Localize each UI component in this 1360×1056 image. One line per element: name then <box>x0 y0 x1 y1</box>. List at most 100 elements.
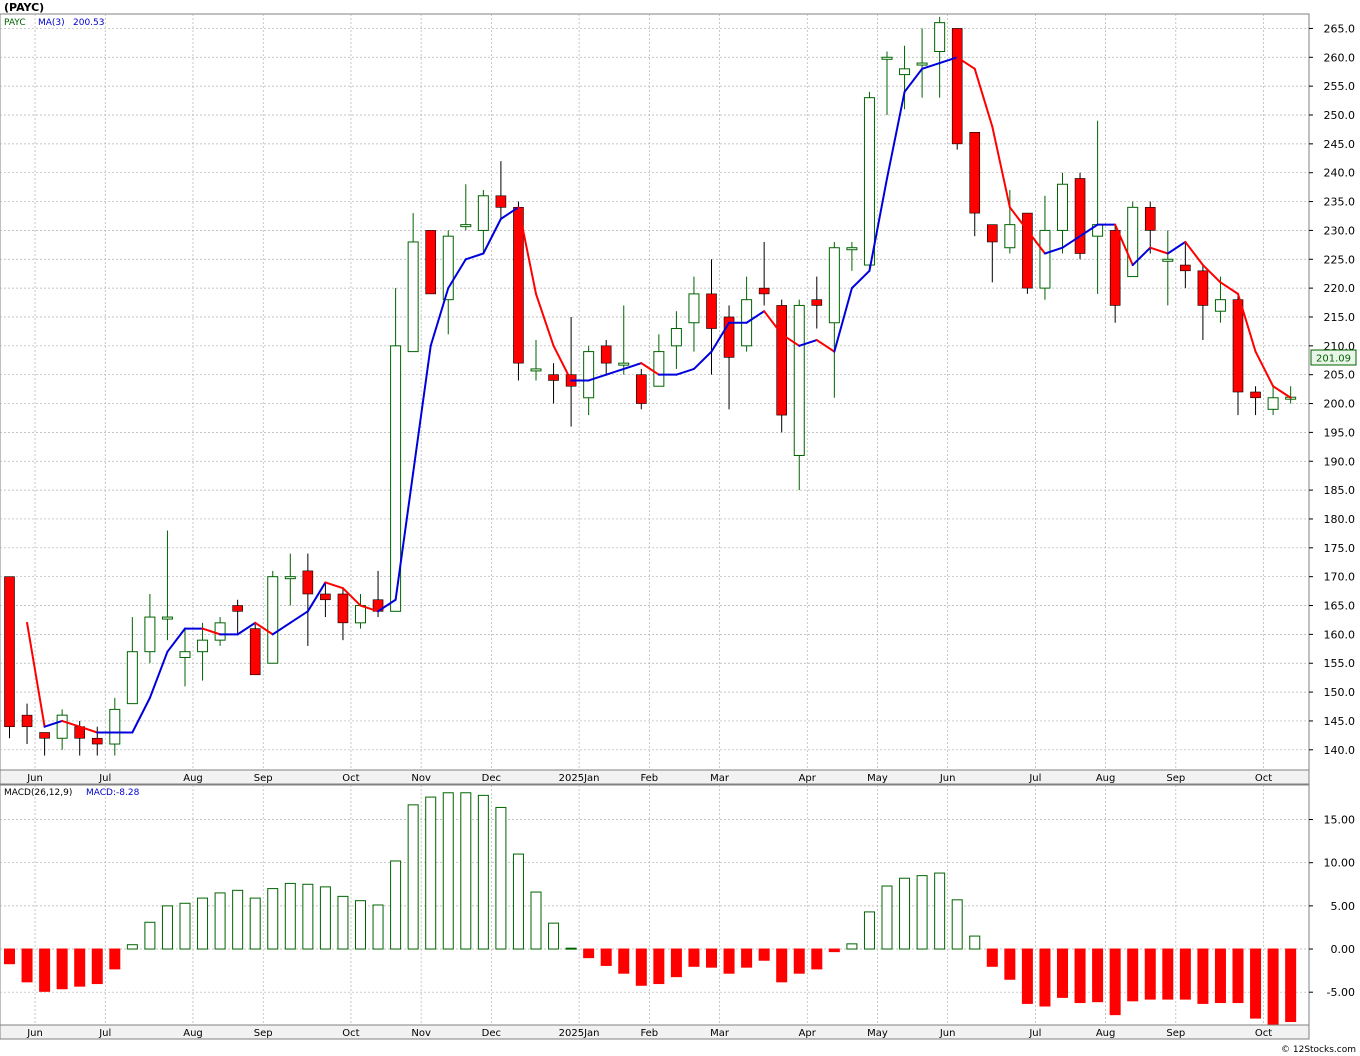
candle-up <box>267 570 279 664</box>
macd-bar-negative <box>74 948 86 987</box>
candle-body <box>249 628 261 676</box>
price-tick-label: 175.0 <box>1324 542 1356 555</box>
macd-bar-positive <box>161 905 173 950</box>
candle-body <box>144 616 156 653</box>
price-tick-label: 230.0 <box>1324 224 1356 237</box>
macd-bar-negative <box>56 948 68 990</box>
candle-up <box>863 91 875 271</box>
month-label: Aug <box>183 1028 203 1039</box>
candle-body <box>863 97 875 266</box>
month-label: Sep <box>254 1028 273 1039</box>
macd-bar-negative <box>618 948 630 974</box>
candle-body <box>793 304 805 456</box>
month-label: May <box>867 773 888 784</box>
month-label: Sep <box>1166 773 1185 784</box>
price-tick-label: 260.0 <box>1324 51 1356 64</box>
macd-bar-negative <box>670 948 682 978</box>
macd-bar-positive <box>530 891 542 950</box>
month-label: Aug <box>1096 1028 1116 1039</box>
candle-body <box>407 241 419 353</box>
macd-tick-label: 10.00 <box>1324 857 1356 870</box>
macd-month-axis: Jun Jul Aug Sep Oct Nov Dec 2025Jan Feb Mar Apr May… <box>0 1024 1310 1040</box>
macd-bar-negative <box>1144 948 1156 1000</box>
macd-bar-positive <box>425 796 437 950</box>
macd-bar-positive <box>442 792 454 950</box>
macd-bar-positive <box>126 944 138 950</box>
month-label: Sep <box>1166 1028 1185 1039</box>
month-label: Oct <box>342 773 359 784</box>
macd-bar-negative <box>1214 948 1226 1004</box>
month-label: Oct <box>342 1028 359 1039</box>
month-label: Jun <box>939 773 956 784</box>
macd-bar-positive <box>565 947 577 950</box>
macd-tick-label: 15.00 <box>1324 814 1356 827</box>
price-month-axis: Jun Jul Aug Sep Oct Nov Dec 2025Jan Feb Mar Apr May… <box>0 769 1310 785</box>
candle-body <box>197 639 209 653</box>
month-label: Nov <box>411 1028 431 1039</box>
candle-body <box>495 195 507 208</box>
macd-bar-negative <box>1021 948 1033 1004</box>
macd-legend: MACD(26,12,9) MACD:-8.28 <box>4 788 140 798</box>
price-tick-label: 195.0 <box>1324 426 1356 439</box>
candle-body <box>302 570 314 595</box>
macd-bar-negative <box>688 948 700 967</box>
candle-body <box>109 708 121 745</box>
macd-bar-positive <box>355 900 366 950</box>
candle-body <box>1144 207 1156 231</box>
candle-body <box>916 62 928 66</box>
macd-bar-negative <box>600 948 612 966</box>
candle-body <box>1267 397 1279 410</box>
candle-body <box>267 576 279 664</box>
macd-bar-positive <box>548 922 560 950</box>
macd-bar-negative <box>583 948 595 959</box>
price-tick-label: 155.0 <box>1324 657 1356 670</box>
month-label: Feb <box>640 1028 658 1039</box>
month-label: Jul <box>98 1028 111 1039</box>
price-tick-label: 265.0 <box>1324 22 1356 35</box>
month-label: Aug <box>1096 773 1116 784</box>
macd-bar-positive <box>407 804 419 950</box>
candle-down <box>249 622 261 676</box>
macd-bar-negative <box>776 948 788 983</box>
month-label: Jul <box>1028 773 1041 784</box>
candle-body <box>635 374 647 404</box>
price-tick-label: 190.0 <box>1324 455 1356 468</box>
candle-body <box>758 287 770 295</box>
month-label: Jun <box>26 773 43 784</box>
macd-bar-positive <box>934 872 946 950</box>
macd-bar-positive <box>249 897 261 950</box>
price-tick-label: 245.0 <box>1324 138 1356 151</box>
month-label: Nov <box>411 773 431 784</box>
macd-bar-negative <box>1162 948 1174 1000</box>
candle-down <box>951 28 963 150</box>
candle-body <box>934 22 946 53</box>
macd-bar-negative <box>653 948 665 985</box>
legend-symbol: PAYC <box>4 18 26 28</box>
candle-body <box>846 247 858 251</box>
macd-bar-negative <box>1004 948 1016 980</box>
candle-body <box>513 207 524 364</box>
price-tick-label: 215.0 <box>1324 311 1356 324</box>
month-label: Jul <box>1028 1028 1041 1039</box>
macd-bar-negative <box>828 948 840 953</box>
month-label: Aug <box>183 773 203 784</box>
stock-chart: (PAYC) 140.0 145.0 150.0 155.0 160.0 165.0 170… <box>0 0 1360 1056</box>
chart-title: (PAYC) <box>4 1 44 14</box>
macd-bar-positive <box>477 794 489 950</box>
macd-bar-positive <box>302 883 314 950</box>
candle-body <box>530 368 542 372</box>
candle-body <box>706 293 717 329</box>
price-legend: PAYC MA(3) 200.53 <box>4 18 105 28</box>
macd-bar-positive <box>372 904 384 950</box>
macd-bar-positive <box>232 889 244 950</box>
month-label: 2025Jan <box>559 773 600 784</box>
candle-body <box>56 714 68 739</box>
month-label: Apr <box>799 773 817 784</box>
macd-bar-negative <box>1285 948 1297 1023</box>
macd-panel: -5.00 0.00 5.00 10.00 15.00 MACD(26,12,9) MA… <box>0 784 1356 1026</box>
candle-body <box>320 593 331 601</box>
macd-bar-negative <box>635 948 647 986</box>
candle-body <box>179 651 191 658</box>
candle-down <box>425 230 437 295</box>
candle-body <box>583 351 595 399</box>
